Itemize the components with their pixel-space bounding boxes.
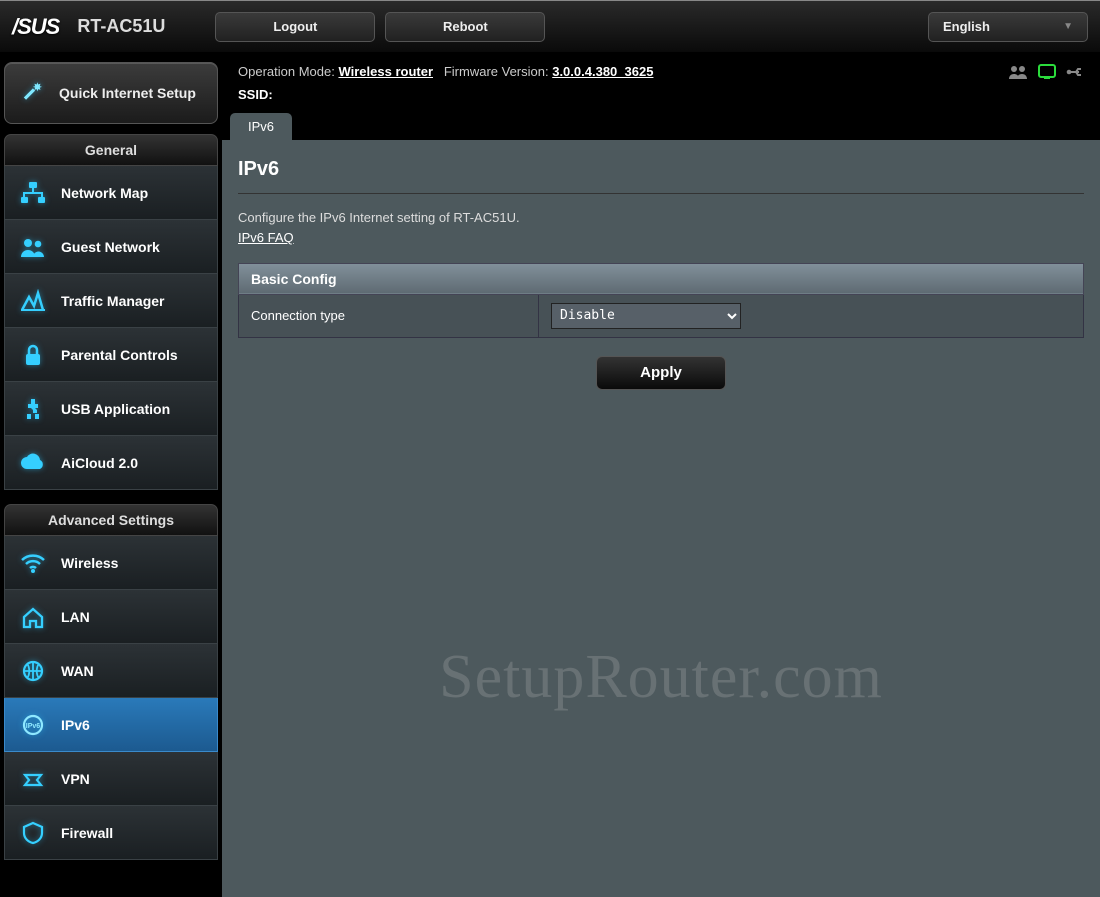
sidebar: Quick Internet Setup General Network Map… [0, 52, 222, 897]
usb-application-icon [17, 394, 49, 424]
wan-icon [17, 656, 49, 686]
clients-icon[interactable] [1008, 64, 1028, 80]
usb-status-icon[interactable] [1066, 65, 1084, 79]
sidebar-item-parental-controls[interactable]: Parental Controls [4, 328, 218, 382]
fw-value[interactable]: 3.0.0.4.380_3625 [552, 64, 653, 79]
parental-controls-icon [17, 340, 49, 370]
sidebar-item-label: AiCloud 2.0 [61, 455, 138, 471]
connection-type-label: Connection type [239, 294, 539, 337]
page-title: IPv6 [238, 158, 1084, 194]
sidebar-item-aicloud[interactable]: AiCloud 2.0 [4, 436, 218, 490]
watermark: SetupRouter.com [222, 642, 1100, 713]
tab-ipv6[interactable]: IPv6 [230, 113, 292, 140]
ssid-label: SSID: [238, 87, 273, 102]
sidebar-item-usb-application[interactable]: USB Application [4, 382, 218, 436]
op-mode-value[interactable]: Wireless router [338, 64, 433, 79]
wand-icon [19, 79, 47, 107]
basic-config-table: Basic Config Connection type Disable [238, 263, 1084, 338]
connection-type-select[interactable]: Disable [551, 303, 741, 329]
sidebar-item-label: LAN [61, 609, 90, 625]
sidebar-item-lan[interactable]: LAN [4, 590, 218, 644]
apply-button[interactable]: Apply [596, 356, 726, 390]
network-map-icon [17, 178, 49, 208]
content-area: Operation Mode: Wireless router Firmware… [222, 52, 1100, 897]
language-label: English [943, 19, 990, 34]
sidebar-item-guest-network[interactable]: Guest Network [4, 220, 218, 274]
asus-logo: /SUS [12, 14, 59, 40]
wireless-icon [17, 548, 49, 578]
guest-network-icon [17, 232, 49, 262]
sidebar-item-label: Parental Controls [61, 347, 178, 363]
info-strip: Operation Mode: Wireless router Firmware… [222, 52, 1100, 109]
svg-text:IPv6: IPv6 [26, 723, 41, 730]
firewall-icon [17, 818, 49, 848]
panel: IPv6 Configure the IPv6 Internet setting… [222, 140, 1100, 408]
reboot-button[interactable]: Reboot [385, 12, 545, 42]
model-name: RT-AC51U [77, 16, 165, 37]
lan-icon [17, 602, 49, 632]
sidebar-item-label: Firewall [61, 825, 113, 841]
chevron-down-icon: ▼ [1063, 21, 1073, 32]
logout-button[interactable]: Logout [215, 12, 375, 42]
advanced-header: Advanced Settings [4, 504, 218, 536]
sidebar-item-network-map[interactable]: Network Map [4, 166, 218, 220]
sidebar-item-ipv6[interactable]: IPv6 IPv6 [4, 698, 218, 752]
quick-internet-setup-button[interactable]: Quick Internet Setup [4, 62, 218, 124]
fw-label: Firmware Version: [444, 64, 549, 79]
sidebar-item-firewall[interactable]: Firewall [4, 806, 218, 860]
sidebar-item-label: USB Application [61, 401, 170, 417]
basic-config-header: Basic Config [239, 263, 1084, 294]
sidebar-item-traffic-manager[interactable]: Traffic Manager [4, 274, 218, 328]
qis-label: Quick Internet Setup [59, 85, 196, 102]
vpn-icon [17, 764, 49, 794]
op-mode-label: Operation Mode: [238, 64, 335, 79]
sidebar-item-label: WAN [61, 663, 94, 679]
tabs: IPv6 [222, 109, 1100, 140]
aicloud-icon [17, 448, 49, 478]
sidebar-item-vpn[interactable]: VPN [4, 752, 218, 806]
sidebar-item-label: Wireless [61, 555, 118, 571]
status-icons [1008, 60, 1084, 80]
ipv6-icon: IPv6 [17, 710, 49, 740]
sidebar-item-wireless[interactable]: Wireless [4, 536, 218, 590]
traffic-manager-icon [17, 286, 49, 316]
sidebar-item-label: Network Map [61, 185, 148, 201]
page-description: Configure the IPv6 Internet setting of R… [238, 210, 1084, 225]
sidebar-item-label: VPN [61, 771, 90, 787]
top-bar: /SUS RT-AC51U Logout Reboot English ▼ [0, 0, 1100, 52]
language-select[interactable]: English ▼ [928, 12, 1088, 42]
sidebar-item-label: Guest Network [61, 239, 160, 255]
sidebar-item-wan[interactable]: WAN [4, 644, 218, 698]
lan-status-icon[interactable] [1038, 64, 1056, 80]
ipv6-faq-link[interactable]: IPv6 FAQ [238, 230, 294, 245]
general-header: General [4, 134, 218, 166]
sidebar-item-label: Traffic Manager [61, 293, 164, 309]
sidebar-item-label: IPv6 [61, 717, 90, 733]
